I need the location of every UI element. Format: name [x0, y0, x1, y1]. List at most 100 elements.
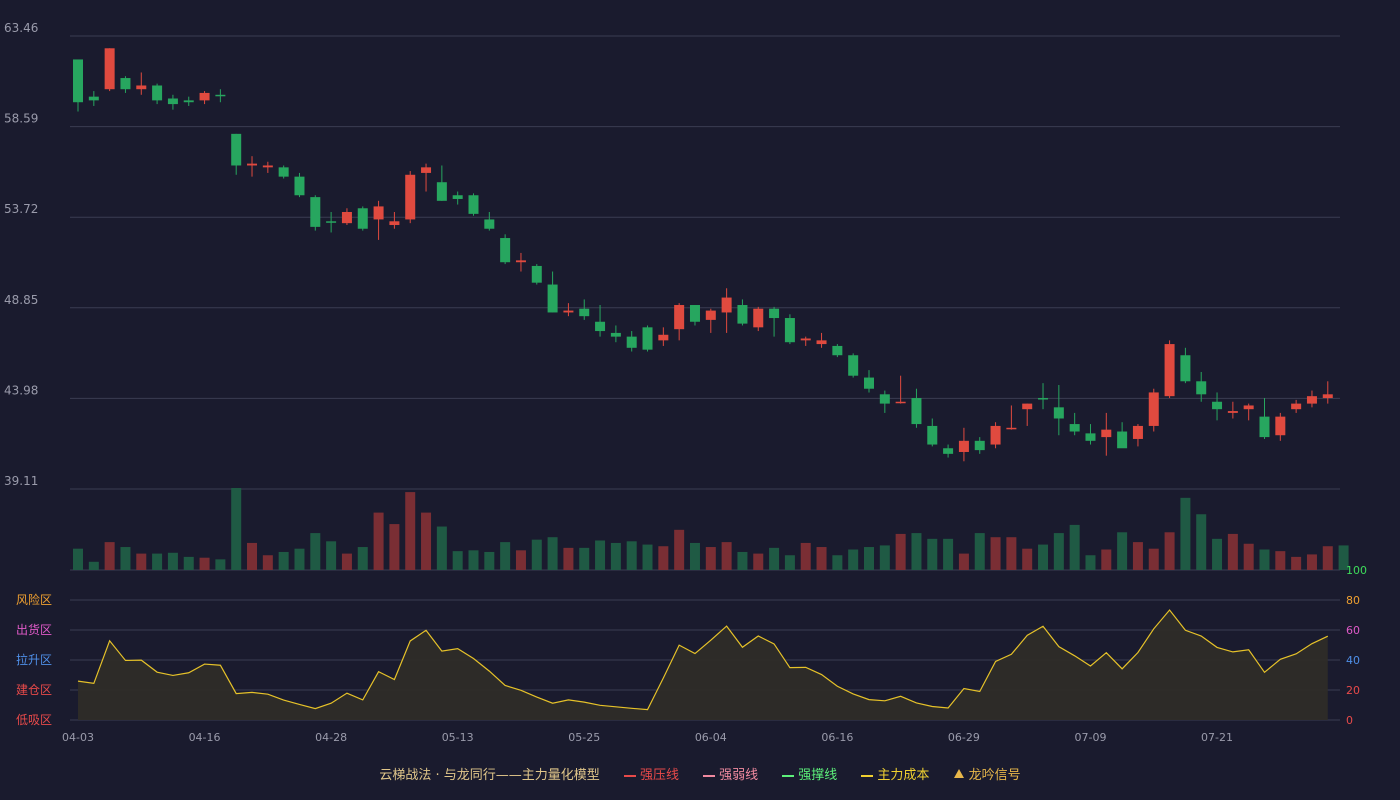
oscillator-tick-label: 40	[1346, 654, 1360, 667]
candle-body	[436, 182, 447, 201]
candle	[1196, 371, 1207, 402]
volume-bar	[515, 550, 526, 570]
candle	[231, 133, 242, 175]
volume-bar	[563, 547, 574, 570]
candle-body	[421, 167, 432, 173]
candle-body	[294, 176, 305, 196]
volume-bar	[120, 547, 131, 570]
candle	[215, 89, 226, 103]
candle-body	[1022, 403, 1033, 410]
candle	[515, 252, 526, 272]
candle	[1053, 385, 1064, 436]
volume-bar	[373, 512, 384, 570]
candle	[183, 96, 194, 106]
candle	[943, 444, 954, 458]
candle	[405, 171, 416, 224]
candle-body	[895, 401, 906, 404]
volume-bar	[579, 547, 590, 570]
date-tick-label: 06-29	[948, 731, 980, 744]
legend-label: 强撑线	[798, 768, 838, 783]
candle	[199, 91, 210, 105]
volume-bar	[816, 547, 827, 570]
volume-bar	[911, 533, 922, 570]
dashed-line-icon	[861, 774, 874, 777]
candle	[895, 375, 906, 404]
zone-label: 出货区	[16, 622, 52, 637]
legend-label: 龙吟信号	[968, 768, 1021, 783]
candle	[341, 208, 352, 226]
volume-bar	[1275, 551, 1286, 570]
candle-body	[167, 98, 178, 105]
zone-label: 拉升区	[16, 652, 52, 667]
candle	[452, 191, 463, 205]
candle-body	[1117, 431, 1128, 449]
oscillator-area	[78, 610, 1328, 720]
candle	[595, 305, 606, 337]
price-tick-label: 58.59	[4, 112, 38, 126]
candle	[262, 161, 273, 173]
candle	[1322, 381, 1333, 404]
volume-bar	[1148, 548, 1159, 570]
legend-strong-support[interactable]: 强撑线	[782, 764, 837, 783]
volume-bar	[848, 549, 859, 570]
candle	[421, 163, 432, 192]
candle	[1006, 405, 1017, 430]
candle	[389, 211, 400, 229]
price-tick-label: 63.46	[4, 21, 38, 35]
dashed-line-icon	[703, 774, 716, 777]
candle-body	[120, 78, 131, 90]
candle	[1132, 424, 1143, 447]
oscillator-tick-label: 20	[1346, 684, 1360, 697]
candle-body	[610, 332, 621, 337]
candle	[484, 211, 495, 231]
solid-line-icon	[782, 774, 795, 777]
candle-body	[1164, 344, 1175, 397]
candle-body	[247, 163, 258, 166]
legend-strong-pressure[interactable]: 强压线	[623, 764, 679, 783]
legend-weak-pressure[interactable]: 强弱线	[703, 764, 758, 783]
candle	[1306, 390, 1317, 408]
candle-body	[452, 195, 463, 199]
candle-body	[879, 394, 890, 404]
candle	[990, 422, 1001, 449]
volume-bar	[1196, 514, 1207, 570]
volume-bar	[1322, 546, 1333, 570]
candle	[278, 165, 289, 179]
candle-body	[1148, 392, 1159, 426]
volume-bar	[974, 533, 985, 570]
volume-bar	[1180, 497, 1191, 570]
volume-bar	[547, 537, 558, 570]
legend-main-cost[interactable]: 主力成本	[861, 764, 929, 783]
candle	[864, 370, 874, 393]
candle	[563, 303, 574, 317]
volume-bar	[88, 561, 99, 570]
candle-body	[484, 219, 495, 229]
candle-body	[784, 318, 795, 343]
candle	[911, 388, 922, 428]
candle-body	[231, 133, 242, 166]
candle-body	[721, 297, 732, 313]
price-tick-label: 39.11	[4, 474, 38, 488]
candle	[104, 48, 115, 92]
date-axis: 04-03 04-16 04-28 05-13 05-25 06-04 06-16 06-29…	[62, 731, 1233, 744]
candle-body	[1069, 424, 1080, 432]
volume-bar	[484, 551, 495, 570]
legend-signal[interactable]: 龙吟信号	[953, 764, 1021, 783]
candle-body	[642, 327, 653, 350]
candle-body	[1259, 416, 1270, 438]
oscillator-tick-label: 80	[1346, 594, 1360, 607]
date-tick-label: 07-09	[1074, 731, 1106, 744]
candle	[1227, 401, 1238, 419]
volume-bar	[832, 555, 843, 570]
date-tick-label: 04-03	[62, 731, 94, 744]
candle-body	[1132, 425, 1143, 439]
volume-bar	[357, 547, 368, 570]
candle	[674, 303, 685, 341]
candle	[500, 234, 511, 265]
candle	[152, 83, 163, 105]
candle	[357, 206, 368, 231]
candle-body	[357, 208, 368, 229]
volume-bar	[262, 555, 273, 570]
volume-bar	[310, 533, 321, 570]
volume-bar	[610, 542, 621, 570]
